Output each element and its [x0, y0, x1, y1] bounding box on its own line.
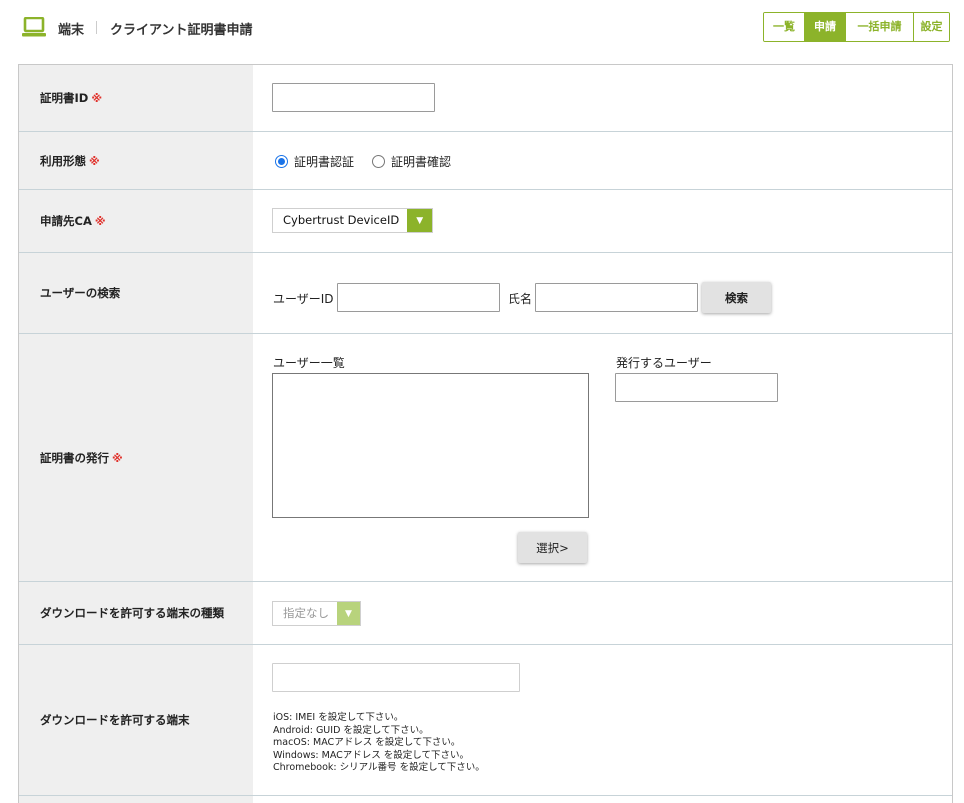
page-header: 端末 クライアント証明書申請 一覧 申請 一括申請 設定 — [0, 0, 964, 56]
usage-radio-group: 証明書認証 証明書確認 — [275, 153, 469, 170]
device-label: ダウンロードを許可する端末 — [40, 713, 190, 727]
name-label: 氏名 — [508, 292, 533, 306]
cert-id-input[interactable] — [272, 83, 435, 112]
device-type-label: ダウンロードを許可する端末の種類 — [40, 606, 224, 620]
device-type-select-value: 指定なし — [283, 606, 329, 620]
hint-windows: Windows: MACアドレス を設定して下さい。 — [273, 749, 470, 761]
issue-label: 証明書の発行 ※ — [40, 450, 123, 465]
issuing-user-input[interactable] — [615, 373, 778, 402]
user-list-label: ユーザー一覧 — [273, 356, 345, 370]
radio-cert-confirm-label[interactable]: 証明書確認 — [391, 153, 451, 170]
row-usage: 利用形態 ※ 証明書認証 証明書確認 — [19, 132, 952, 190]
tab-settings[interactable]: 設定 — [914, 13, 949, 41]
tab-bulk-apply[interactable]: 一括申請 — [846, 13, 914, 41]
radio-cert-auth[interactable] — [275, 155, 288, 168]
header-divider — [96, 21, 97, 34]
laptop-icon — [22, 17, 46, 37]
usage-label: 利用形態 ※ — [40, 153, 100, 168]
search-button[interactable]: 検索 — [702, 282, 771, 313]
row-user-search: ユーザーの検索 ユーザーID 氏名 検索 — [19, 253, 952, 334]
section-title: 端末 — [58, 23, 85, 38]
cert-id-label: 証明書ID ※ — [40, 91, 103, 105]
device-hints: iOS: IMEI を設定して下さい。 Android: GUID を設定して下… — [273, 712, 485, 775]
hint-android: Android: GUID を設定して下さい。 — [273, 724, 429, 736]
row-device-type: ダウンロードを許可する端末の種類 指定なし ▼ — [19, 582, 952, 645]
row-ca: 申請先CA ※ Cybertrust DeviceID ▼ — [19, 190, 952, 253]
chevron-down-icon: ▼ — [407, 209, 433, 232]
required-mark: ※ — [89, 154, 100, 168]
row-cert-id: 証明書ID ※ — [19, 65, 952, 132]
name-input[interactable] — [535, 283, 698, 312]
select-button[interactable]: 選択> — [518, 532, 587, 563]
radio-cert-auth-label[interactable]: 証明書認証 — [294, 153, 354, 170]
required-mark: ※ — [112, 451, 123, 465]
device-input[interactable] — [272, 663, 520, 692]
user-list-box[interactable] — [272, 373, 589, 518]
application-form: 証明書ID ※ 利用形態 ※ 証明書認証 証明書確認 申請先CA ※ Cybertru… — [18, 64, 953, 803]
required-mark: ※ — [94, 215, 106, 228]
tab-list[interactable]: 一覧 — [764, 13, 805, 41]
ca-select-value: Cybertrust DeviceID — [283, 213, 400, 227]
user-search-label: ユーザーの検索 — [40, 286, 121, 300]
page-title: クライアント証明書申請 — [110, 23, 253, 38]
row-issue: 証明書の発行 ※ ユーザー一覧 発行するユーザー 選択> — [19, 334, 952, 582]
radio-cert-confirm[interactable] — [372, 155, 386, 168]
tab-apply[interactable]: 申請 — [805, 13, 846, 41]
tab-bar: 一覧 申請 一括申請 設定 — [763, 12, 950, 42]
hint-ios: iOS: IMEI を設定して下さい。 — [273, 712, 404, 723]
device-type-select[interactable]: 指定なし ▼ — [272, 601, 361, 626]
chevron-down-icon: ▼ — [337, 602, 360, 625]
required-mark: ※ — [91, 92, 103, 105]
ca-select[interactable]: Cybertrust DeviceID ▼ — [272, 208, 434, 233]
hint-macos: macOS: MACアドレス を設定して下さい。 — [273, 737, 461, 748]
issuing-user-label: 発行するユーザー — [616, 356, 712, 370]
hint-chromebook: Chromebook: シリアル番号 を設定して下さい。 — [273, 762, 485, 773]
ca-label: 申請先CA ※ — [40, 214, 106, 228]
row-next — [19, 796, 952, 803]
user-id-input[interactable] — [337, 283, 500, 312]
user-id-label: ユーザーID — [273, 292, 334, 306]
row-device: ダウンロードを許可する端末 iOS: IMEI を設定して下さい。 Androi… — [19, 645, 952, 796]
